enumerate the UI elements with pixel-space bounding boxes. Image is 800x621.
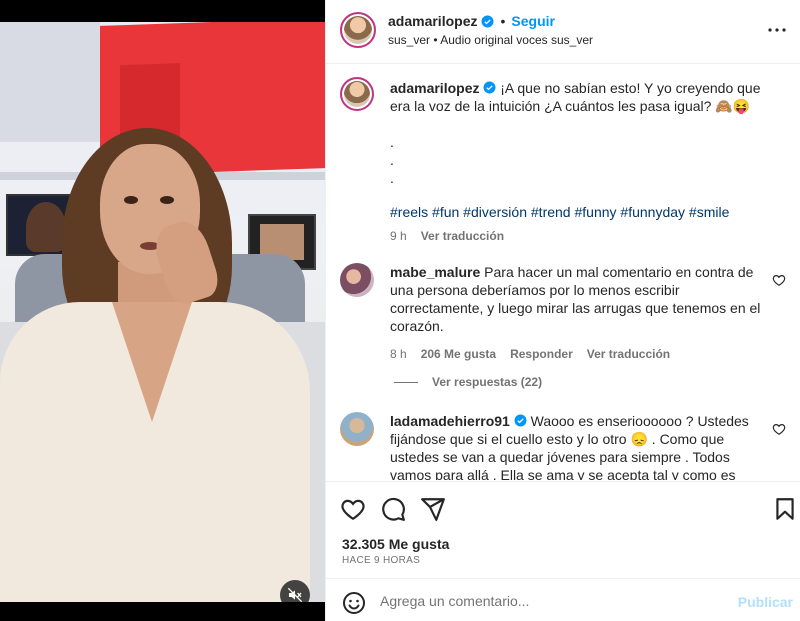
translate-button[interactable]: Ver traducción <box>587 345 670 363</box>
heart-icon[interactable] <box>340 496 366 522</box>
comment-composer: Publicar <box>326 578 800 621</box>
caption-timestamp[interactable]: 9 h <box>390 227 407 245</box>
reel-video-pane[interactable] <box>0 0 325 621</box>
commenter-avatar[interactable] <box>340 263 374 297</box>
separator-dot: • <box>500 13 506 29</box>
translate-button[interactable]: Ver traducción <box>421 227 504 245</box>
post-details-panel: adamarilopez • Seguir sus_ver • Audio or… <box>325 0 800 621</box>
hashtag-link[interactable]: #smile <box>689 204 729 220</box>
hashtag-list: #reels #fun #diversión #trend #funny #fu… <box>390 203 770 221</box>
post-header: adamarilopez • Seguir sus_ver • Audio or… <box>326 0 800 64</box>
follow-button[interactable]: Seguir <box>511 13 555 29</box>
publish-button[interactable]: Publicar <box>738 594 793 610</box>
author-avatar[interactable] <box>340 77 374 111</box>
comment-timestamp[interactable]: 8 h <box>390 345 407 363</box>
comments-list[interactable]: adamarilopez ¡A que no sabían esto! Y yo… <box>326 65 800 480</box>
caption-meta: 9 h Ver traducción <box>390 227 770 245</box>
view-replies-label: Ver respuestas (22) <box>432 375 543 389</box>
muted-speaker-icon <box>287 587 303 602</box>
verified-badge-icon <box>483 81 496 94</box>
author-avatar[interactable] <box>340 12 376 48</box>
likes-count[interactable]: 32.305 Me gusta <box>342 536 449 552</box>
hashtag-link[interactable]: #funny <box>574 204 616 220</box>
hashtag-link[interactable]: #fun <box>432 204 459 220</box>
hashtag-link[interactable]: #reels <box>390 204 428 220</box>
replies-divider <box>394 381 418 383</box>
person-cardigan <box>0 302 310 602</box>
caption-dots: . . . <box>390 134 394 186</box>
hashtag-link[interactable]: #funnyday <box>620 204 685 220</box>
view-replies-button[interactable]: Ver respuestas (22) <box>394 375 542 389</box>
comment-likes[interactable]: 206 Me gusta <box>421 345 496 363</box>
bookmark-icon[interactable] <box>772 496 798 522</box>
mute-toggle-button[interactable] <box>280 580 310 602</box>
hashtag-link[interactable]: #diversión <box>463 204 527 220</box>
collab-username[interactable]: sus_ver <box>388 33 430 47</box>
caption-username[interactable]: adamarilopez <box>390 80 479 96</box>
comment-meta: 8 h 206 Me gusta Responder Ver traducció… <box>390 345 770 363</box>
post-actions: 32.305 Me gusta HACE 9 HORAS <box>326 481 800 576</box>
comment-like-heart-icon[interactable] <box>772 422 786 436</box>
verified-badge-icon <box>514 414 527 427</box>
author-line: adamarilopez • Seguir <box>388 13 555 29</box>
comment-icon[interactable] <box>380 496 406 522</box>
audio-link[interactable]: Audio original voces sus_ver <box>440 33 593 47</box>
comment-body: mabe_malure Para hacer un mal comentario… <box>390 263 770 363</box>
comment-body: ladamadehierro91 Waooo es enserioooooo ?… <box>390 412 770 480</box>
more-options-icon[interactable] <box>765 18 789 42</box>
caption-body: adamarilopez ¡A que no sabían esto! Y yo… <box>390 79 770 245</box>
commenter-avatar[interactable] <box>340 412 374 446</box>
background-wall <box>0 22 100 142</box>
author-subline: sus_ver • Audio original voces sus_ver <box>388 33 593 47</box>
share-icon[interactable] <box>420 496 446 522</box>
emoji-icon[interactable] <box>342 591 366 615</box>
verified-badge-icon <box>482 15 494 27</box>
hashtag-link[interactable]: #trend <box>531 204 571 220</box>
post-age[interactable]: HACE 9 HORAS <box>342 555 420 566</box>
comment-username[interactable]: mabe_malure <box>390 264 480 280</box>
comment-like-heart-icon[interactable] <box>772 273 786 287</box>
reel-video[interactable] <box>0 22 325 602</box>
reply-button[interactable]: Responder <box>510 345 573 363</box>
comment-username[interactable]: ladamadehierro91 <box>390 413 510 429</box>
author-username[interactable]: adamarilopez <box>388 13 477 29</box>
comment-input[interactable] <box>380 587 720 615</box>
separator-dot: • <box>433 33 438 47</box>
